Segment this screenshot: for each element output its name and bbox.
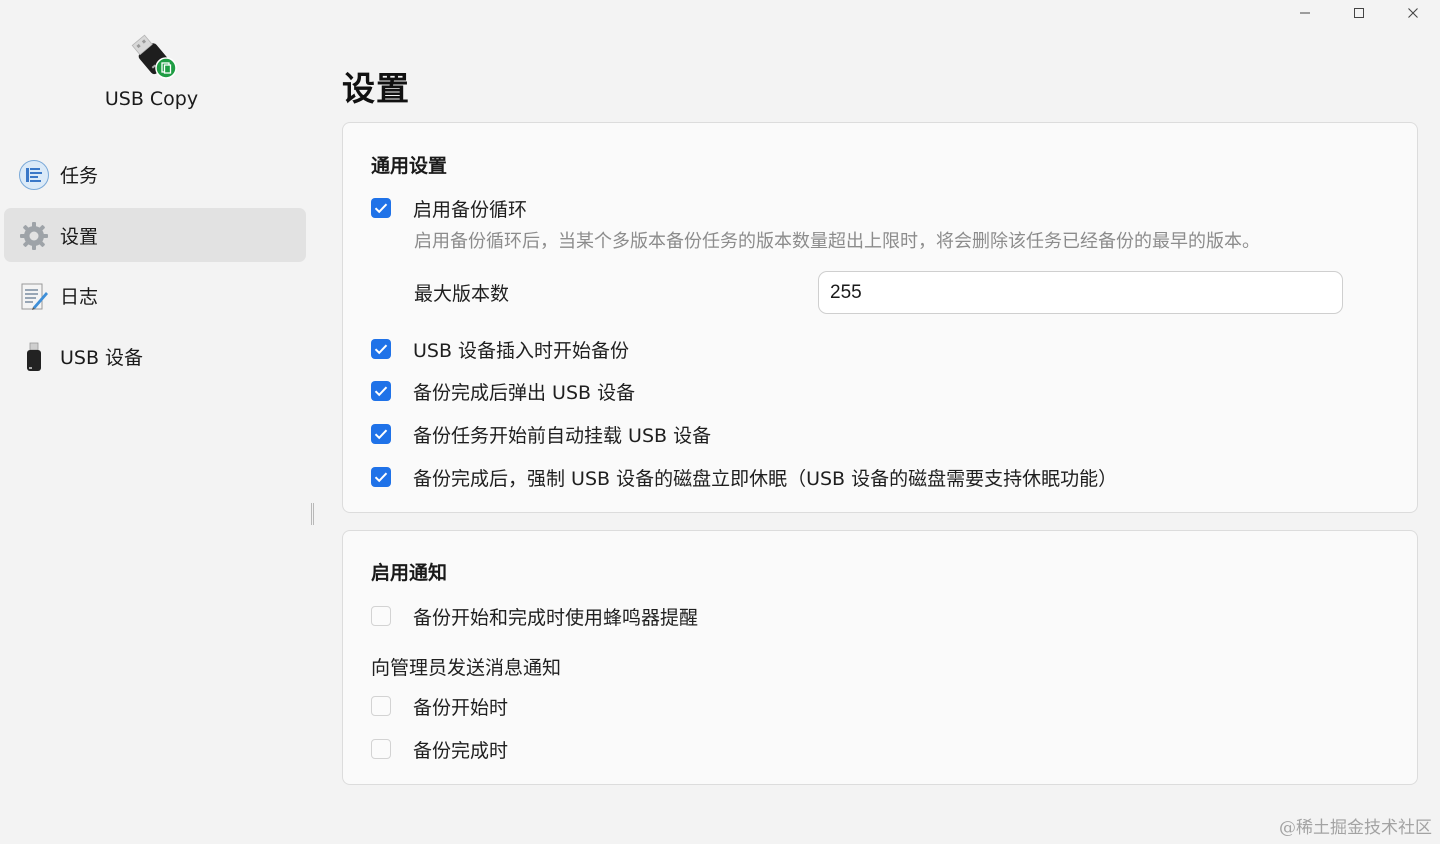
page-title: 设置 [342,69,410,108]
option-row[interactable]: 备份任务开始前自动挂载 USB 设备 [371,419,711,449]
maximize-button[interactable] [1332,0,1386,26]
notification-settings-title: 启用通知 [371,562,448,584]
sidebar-item-usb-devices[interactable]: USB 设备 [4,329,306,383]
option-row[interactable]: USB 设备插入时开始备份 [371,334,629,364]
buzzer-label: 备份开始和完成时使用蜂鸣器提醒 [413,606,699,629]
task-list-icon [18,159,50,191]
notify-on-start-checkbox[interactable] [371,696,391,716]
app-name: USB Copy [104,88,199,110]
window-controls [1278,0,1440,26]
eject-after-backup-checkbox[interactable] [371,381,391,401]
backup-cycle-description: 启用备份循环后，当某个多版本备份任务的版本数量超出上限时，将会删除该任务已经备份… [414,231,1260,252]
backup-cycle-checkbox[interactable] [371,198,391,218]
checkmark-icon [374,386,388,397]
notify-on-complete-checkbox[interactable] [371,739,391,759]
usb-device-icon [18,341,50,373]
admin-option-label: 备份开始时 [413,696,509,719]
usb-drive-copy-icon [126,30,178,80]
sidebar-item-label: 设置 [60,225,99,248]
max-versions-input[interactable] [818,271,1343,314]
option-label: 备份完成后，强制 USB 设备的磁盘立即休眠（USB 设备的磁盘需要支持休眠功能… [413,467,1118,490]
admin-option-label: 备份完成时 [413,739,509,762]
checkmark-icon [374,472,388,483]
force-disk-sleep-checkbox[interactable] [371,467,391,487]
insert-start-backup-checkbox[interactable] [371,339,391,359]
watermark: @稀土掘金技术社区 [1279,818,1432,838]
maximize-icon [1354,8,1364,18]
close-icon [1408,8,1418,18]
general-settings-title: 通用设置 [371,155,448,177]
minimize-icon [1300,12,1310,14]
log-notepad-icon [18,280,50,312]
admin-option-row[interactable]: 备份开始时 [371,691,508,721]
sidebar-item-settings[interactable]: 设置 [4,208,306,262]
option-row[interactable]: 备份完成后，强制 USB 设备的磁盘立即休眠（USB 设备的磁盘需要支持休眠功能… [371,462,1117,492]
option-label: 备份任务开始前自动挂载 USB 设备 [413,424,712,447]
max-versions-label: 最大版本数 [414,283,510,305]
sidebar-item-label: 日志 [60,285,99,308]
buzzer-row[interactable]: 备份开始和完成时使用蜂鸣器提醒 [371,601,698,631]
sidebar-item-label: USB 设备 [60,346,144,369]
sidebar: USB Copy 任务 设置 日志 USB 设备 [0,0,312,844]
admin-option-row[interactable]: 备份完成时 [371,734,508,764]
buzzer-checkbox[interactable] [371,606,391,626]
admin-notify-heading: 向管理员发送消息通知 [371,657,562,679]
checkmark-icon [374,429,388,440]
general-settings-card: 通用设置 启用备份循环 启用备份循环后，当某个多版本备份任务的版本数量超出上限时… [342,122,1418,513]
auto-mount-checkbox[interactable] [371,424,391,444]
close-button[interactable] [1386,0,1440,26]
sidebar-item-tasks[interactable]: 任务 [4,147,306,201]
backup-cycle-label: 启用备份循环 [413,198,528,221]
option-label: USB 设备插入时开始备份 [413,339,630,362]
notification-settings-card: 启用通知 备份开始和完成时使用蜂鸣器提醒 向管理员发送消息通知 备份开始时 备份… [342,530,1418,785]
gear-icon [18,220,50,252]
sidebar-resize-handle[interactable] [311,503,314,525]
sidebar-item-label: 任务 [60,164,99,187]
checkmark-icon [374,203,388,214]
minimize-button[interactable] [1278,0,1332,26]
sidebar-item-logs[interactable]: 日志 [4,268,306,322]
backup-cycle-checkbox-row[interactable]: 启用备份循环 [371,193,527,223]
checkmark-icon [374,344,388,355]
option-row[interactable]: 备份完成后弹出 USB 设备 [371,376,635,406]
option-label: 备份完成后弹出 USB 设备 [413,381,636,404]
